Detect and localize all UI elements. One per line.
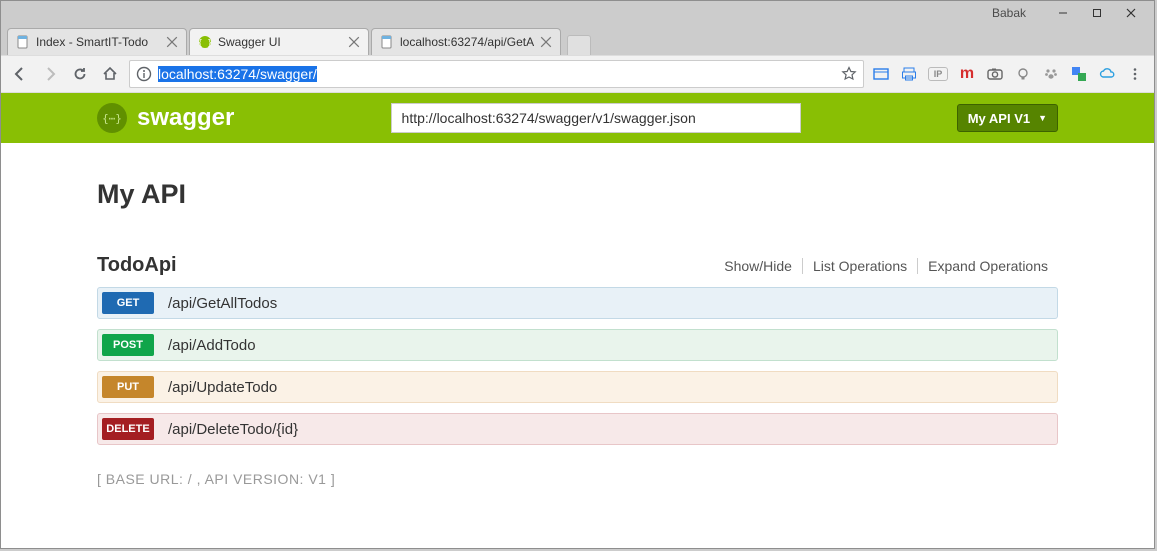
maximize-icon <box>1092 8 1102 18</box>
operation-row[interactable]: DELETE /api/DeleteTodo/{id} <box>97 413 1058 445</box>
bookmark-star-icon[interactable] <box>841 66 857 82</box>
tab-close-icon[interactable] <box>540 36 552 48</box>
address-bar: localhost:63274/swagger/ IP m <box>1 55 1154 93</box>
operation-path: /api/GetAllTodos <box>154 295 277 312</box>
operation-path: /api/DeleteTodo/{id} <box>154 421 298 438</box>
http-verb-badge: POST <box>102 334 154 356</box>
svg-text:{⋯}: {⋯} <box>102 112 122 125</box>
extension-icons: IP m <box>872 65 1146 83</box>
operation-path: /api/AddTodo <box>154 337 256 354</box>
swagger-logo-text: swagger <box>137 104 234 132</box>
ext-bulb-icon[interactable] <box>1014 65 1032 83</box>
page-icon <box>16 35 30 49</box>
section-actions: Show/Hide List Operations Expand Operati… <box>714 258 1058 274</box>
user-label: Babak <box>992 6 1026 20</box>
ext-paw-icon[interactable] <box>1042 65 1060 83</box>
swagger-json-url-input[interactable] <box>391 103 801 133</box>
action-show-hide[interactable]: Show/Hide <box>714 258 802 274</box>
tab-label: Index - SmartIT-Todo <box>36 35 160 49</box>
ext-m-icon[interactable]: m <box>958 65 976 83</box>
operation-path: /api/UpdateTodo <box>154 379 277 396</box>
minimize-icon <box>1058 8 1068 18</box>
close-icon <box>1126 8 1136 18</box>
back-button[interactable] <box>9 63 31 85</box>
tab-0[interactable]: Index - SmartIT-Todo <box>7 28 187 55</box>
http-verb-badge: PUT <box>102 376 154 398</box>
ext-cloud-icon[interactable] <box>1098 65 1116 83</box>
swagger-favicon-icon: { } <box>198 35 212 49</box>
ext-print-icon[interactable] <box>900 65 918 83</box>
chevron-down-icon: ▼ <box>1038 113 1047 123</box>
site-info-icon[interactable] <box>136 66 152 82</box>
operation-row[interactable]: GET /api/GetAllTodos <box>97 287 1058 319</box>
api-version-label: My API V1 <box>968 111 1030 126</box>
action-list-operations[interactable]: List Operations <box>802 258 917 274</box>
http-verb-badge: GET <box>102 292 154 314</box>
window-minimize-button[interactable] <box>1046 2 1080 24</box>
api-footer-meta: [ BASE URL: / , API VERSION: V1 ] <box>97 471 1058 487</box>
viewport: {⋯} swagger My API V1 ▼ My API TodoApi S… <box>1 93 1154 548</box>
swagger-logo-icon: {⋯} <box>97 103 127 133</box>
tab-2[interactable]: localhost:63274/api/GetA <box>371 28 561 55</box>
swagger-body: My API TodoApi Show/Hide List Operations… <box>1 143 1154 507</box>
ext-camera-icon[interactable] <box>986 65 1004 83</box>
tab-close-icon[interactable] <box>166 36 178 48</box>
swagger-logo[interactable]: {⋯} swagger <box>97 103 234 133</box>
arrow-right-icon <box>42 66 58 82</box>
ext-ip-icon[interactable]: IP <box>928 67 948 81</box>
operation-row[interactable]: PUT /api/UpdateTodo <box>97 371 1058 403</box>
reload-button[interactable] <box>69 63 91 85</box>
home-icon <box>102 66 118 82</box>
operation-row[interactable]: POST /api/AddTodo <box>97 329 1058 361</box>
forward-button[interactable] <box>39 63 61 85</box>
reload-icon <box>72 66 88 82</box>
section-name[interactable]: TodoApi <box>97 254 177 277</box>
new-tab-button[interactable] <box>567 35 591 55</box>
tabstrip: Index - SmartIT-Todo { } Swagger UI loca… <box>1 25 1154 55</box>
operations-list: GET /api/GetAllTodos POST /api/AddTodo P… <box>97 287 1058 445</box>
ext-menu-icon[interactable] <box>1126 65 1144 83</box>
tab-close-icon[interactable] <box>348 36 360 48</box>
home-button[interactable] <box>99 63 121 85</box>
page-icon <box>380 35 394 49</box>
http-verb-badge: DELETE <box>102 418 154 440</box>
tab-1[interactable]: { } Swagger UI <box>189 28 369 55</box>
tab-label: Swagger UI <box>218 35 342 49</box>
tab-label: localhost:63274/api/GetA <box>400 35 534 49</box>
window-close-button[interactable] <box>1114 2 1148 24</box>
svg-text:{ }: { } <box>198 38 212 47</box>
window-maximize-button[interactable] <box>1080 2 1114 24</box>
omnibox[interactable]: localhost:63274/swagger/ <box>129 60 864 88</box>
ext-devtools-icon[interactable] <box>872 65 890 83</box>
section-header: TodoApi Show/Hide List Operations Expand… <box>97 254 1058 277</box>
window-titlebar: Babak <box>1 1 1154 25</box>
browser-window: Babak Index - SmartIT-Todo { } Swagger U… <box>0 0 1155 549</box>
action-expand-operations[interactable]: Expand Operations <box>917 258 1058 274</box>
swagger-header: {⋯} swagger My API V1 ▼ <box>1 93 1154 143</box>
page-title: My API <box>97 179 1058 210</box>
ext-translate-icon[interactable] <box>1070 65 1088 83</box>
url-text: localhost:63274/swagger/ <box>158 66 317 82</box>
url-selected-text: localhost:63274/swagger/ <box>158 66 317 82</box>
api-version-dropdown[interactable]: My API V1 ▼ <box>957 104 1058 132</box>
arrow-left-icon <box>12 66 28 82</box>
